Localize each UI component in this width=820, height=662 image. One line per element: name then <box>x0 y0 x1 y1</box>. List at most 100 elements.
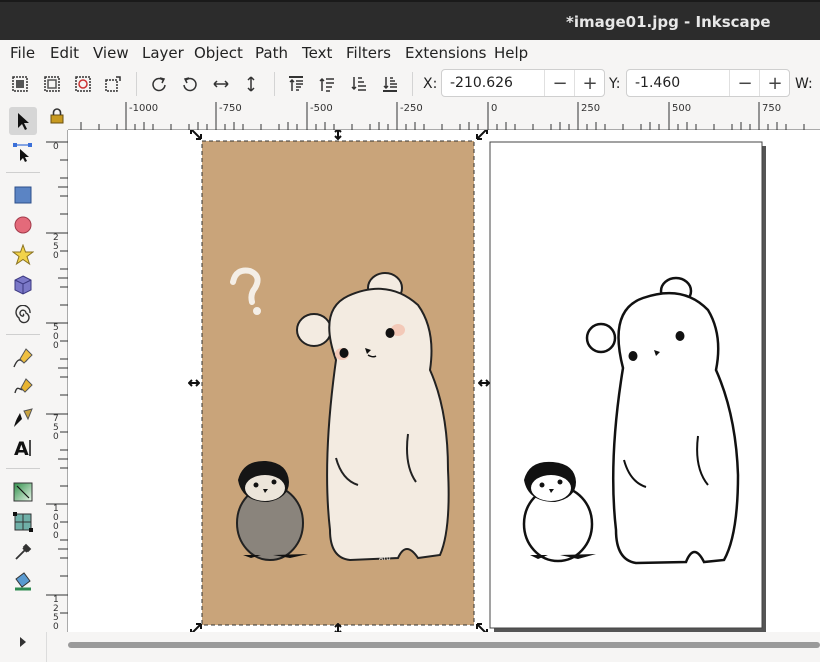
ruler-label: -500 <box>310 103 333 114</box>
scale-handle-bottom[interactable] <box>332 623 344 632</box>
ruler-ticks <box>46 141 68 614</box>
scale-handle-bottom-right[interactable] <box>476 623 488 632</box>
menu-file[interactable]: File <box>10 44 35 62</box>
node-editor-icon <box>13 143 32 162</box>
vertical-ruler[interactable]: 0 2 5 0 5 0 0 7 5 0 1 0 0 0 1 2 5 0 <box>46 130 68 632</box>
x-label: X: <box>423 76 438 92</box>
pen-icon <box>14 378 33 394</box>
ruler-label: 5 0 0 <box>53 323 59 351</box>
paint-bucket-tool-button[interactable] <box>9 568 37 596</box>
raise-to-top-icon[interactable] <box>287 75 305 93</box>
scrollbar-thumb[interactable] <box>68 642 820 648</box>
rectangle-tool-button[interactable] <box>9 181 37 209</box>
title-bar: *image01.jpg - Inkscape <box>0 0 820 40</box>
flip-horizontal-icon[interactable] <box>212 75 230 93</box>
cube-icon <box>14 275 32 295</box>
scale-handle-top-left[interactable] <box>190 130 202 140</box>
ruler-label: 1 0 0 0 <box>53 504 59 541</box>
toolbar-separator <box>136 72 137 96</box>
ruler-label: -250 <box>400 103 423 114</box>
ruler-label: 1 2 5 0 <box>53 595 59 632</box>
svg-text:A: A <box>14 438 29 459</box>
mesh-tool-button[interactable] <box>9 508 37 536</box>
y-decrement-button[interactable]: − <box>729 70 760 96</box>
flip-vertical-icon[interactable] <box>242 75 260 93</box>
ruler-label: 7 5 0 <box>53 414 59 442</box>
x-input[interactable] <box>448 74 542 92</box>
toolbar-separator <box>274 72 275 96</box>
menu-path[interactable]: Path <box>255 44 288 62</box>
diagonal-arrow-icon <box>476 130 488 140</box>
selector-tool-button[interactable] <box>9 107 37 135</box>
lower-icon[interactable] <box>350 75 368 93</box>
pencil-tool-button[interactable] <box>9 344 37 372</box>
rotate-ccw-icon[interactable] <box>150 75 168 93</box>
horizontal-arrow-icon <box>478 379 490 387</box>
x-decrement-button[interactable]: − <box>544 70 575 96</box>
y-spinbox: − + <box>626 69 790 97</box>
mesh-icon <box>13 512 33 532</box>
star-tool-button[interactable] <box>9 241 37 269</box>
calligraphy-tool-button[interactable] <box>9 404 37 432</box>
chevron-right-icon <box>20 637 26 647</box>
x-increment-button[interactable]: + <box>574 70 605 96</box>
artist-signature: AYU <box>379 555 391 562</box>
touch-select-icon[interactable] <box>104 75 122 93</box>
pencil-icon <box>13 348 33 368</box>
toolbox-separator <box>6 334 40 335</box>
ellipse-tool-button[interactable] <box>9 211 37 239</box>
x-spinbox: − + <box>441 69 605 97</box>
lower-to-bottom-icon[interactable] <box>381 75 399 93</box>
drawing-canvas[interactable]: AYU <box>68 130 820 632</box>
star-icon <box>12 244 34 266</box>
menu-extensions[interactable]: Extensions <box>405 44 486 62</box>
gradient-tool-button[interactable] <box>9 478 37 506</box>
menu-help[interactable]: Help <box>494 44 528 62</box>
scale-handle-top[interactable] <box>332 130 344 140</box>
text-tool-button[interactable]: A <box>9 434 37 462</box>
select-all-icon[interactable] <box>11 75 29 93</box>
pen-tool-button[interactable] <box>9 374 37 402</box>
ruler-ticks <box>80 102 805 130</box>
menu-view[interactable]: View <box>93 44 129 62</box>
menu-bar: File Edit View Layer Object Path Text Fi… <box>0 40 820 66</box>
raise-icon[interactable] <box>318 75 336 93</box>
ruler-label: -750 <box>219 103 242 114</box>
scale-handle-left[interactable] <box>188 377 200 389</box>
menu-edit[interactable]: Edit <box>50 44 79 62</box>
spiral-tool-button[interactable] <box>9 301 37 329</box>
diagonal-arrow-icon <box>190 623 202 632</box>
w-label: W: <box>795 76 813 92</box>
guide-lock-button[interactable] <box>46 102 68 130</box>
scale-handle-top-right[interactable] <box>476 130 488 140</box>
gradient-icon <box>13 482 33 502</box>
horizontal-ruler[interactable]: -1000 -750 -500 -250 0 250 500 750 <box>68 102 820 130</box>
menu-object[interactable]: Object <box>194 44 243 62</box>
menu-text[interactable]: Text <box>302 44 332 62</box>
dropper-tool-button[interactable] <box>9 538 37 566</box>
ruler-label: 500 <box>672 103 692 114</box>
node-tool-button[interactable] <box>9 138 37 166</box>
menu-layer[interactable]: Layer <box>142 44 184 62</box>
dropper-icon <box>15 543 32 560</box>
y-label: Y: <box>609 76 621 92</box>
toolbox-expand-button[interactable] <box>9 628 37 656</box>
deselect-icon[interactable] <box>74 75 92 93</box>
selected-image[interactable]: AYU <box>201 140 475 626</box>
rotate-cw-icon[interactable] <box>181 75 199 93</box>
tool-controls-bar: X: − + Y: − + W: <box>0 66 820 103</box>
toolbox-separator <box>6 468 40 469</box>
arrow-pointer-icon <box>18 113 29 130</box>
menu-filters[interactable]: Filters <box>346 44 391 62</box>
ruler-label: -1000 <box>129 103 159 114</box>
calligraphy-icon <box>14 408 33 427</box>
y-input[interactable] <box>633 74 727 92</box>
select-all-layers-icon[interactable] <box>43 75 61 93</box>
vertical-arrow-icon <box>334 130 342 140</box>
ruler-label: 0 <box>491 103 498 114</box>
scale-handle-bottom-left[interactable] <box>190 623 202 632</box>
y-increment-button[interactable]: + <box>759 70 790 96</box>
horizontal-scrollbar[interactable] <box>68 632 820 662</box>
scale-handle-right[interactable] <box>478 377 490 389</box>
3d-box-tool-button[interactable] <box>9 271 37 299</box>
